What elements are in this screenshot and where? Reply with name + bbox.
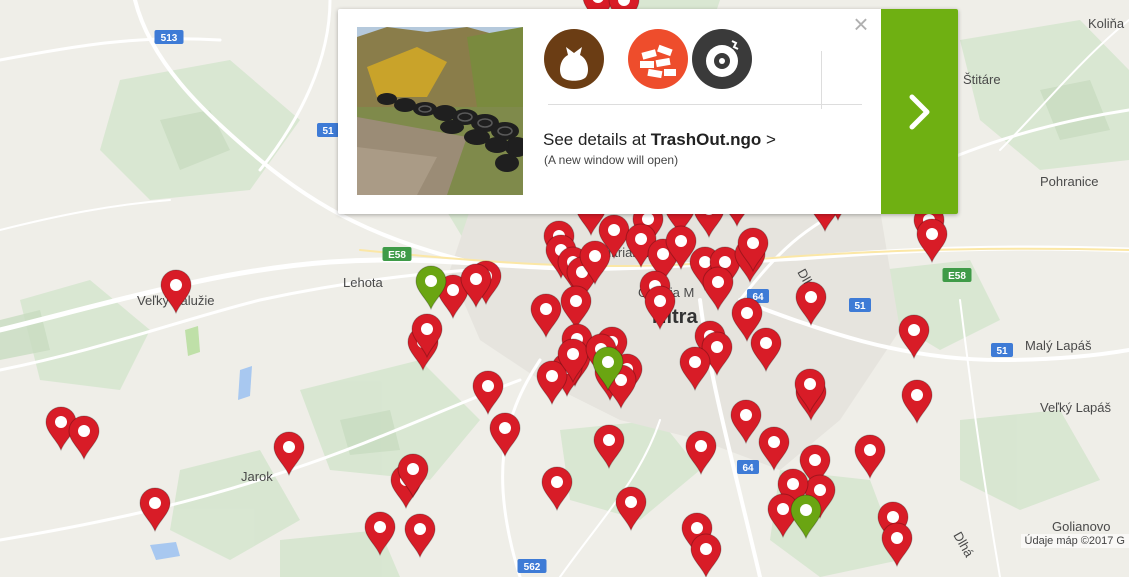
place-label-lehota: Lehota	[343, 275, 384, 290]
dump-photo-image	[357, 27, 523, 195]
place-label-maly-lapas: Malý Lapáš	[1025, 338, 1092, 353]
road-shield-label: 51	[322, 126, 334, 137]
road-shield-label: 51	[854, 301, 866, 312]
road-shield-r51b: 51	[849, 298, 871, 312]
details-link-site[interactable]: TrashOut.ngo	[651, 130, 762, 149]
road-shield-label: 562	[524, 562, 541, 573]
place-label-golianovo: Golianovo	[1052, 519, 1111, 534]
road-shield-label: E58	[388, 250, 406, 261]
road-shield-e58b: E58	[942, 268, 972, 282]
dump-photo[interactable]	[357, 27, 523, 195]
place-label-kolina: Koliňa	[1088, 16, 1125, 31]
place-label-pohranice: Pohranice	[1040, 174, 1099, 189]
place-label-jarok: Jarok	[241, 469, 273, 484]
road-shield-e58a: E58	[382, 247, 412, 261]
trash-bag-icon	[544, 29, 604, 89]
popup-divider	[548, 104, 862, 105]
road-shield-label: 64	[742, 463, 754, 474]
place-label-velky-lapas: Veľký Lapáš	[1040, 400, 1112, 415]
open-details-button[interactable]	[881, 9, 958, 214]
road-shield-r513: 513	[154, 30, 184, 44]
bricks-icon	[628, 29, 688, 89]
road-shield-r51a: 51	[317, 123, 339, 137]
road-shield-label: E58	[948, 271, 966, 282]
close-icon: ×	[853, 9, 869, 39]
new-window-note: (A new window will open)	[544, 153, 679, 167]
map-attribution: Údaje máp ©2017 G	[1020, 534, 1129, 548]
tire-icon	[692, 29, 752, 89]
chevron-right-icon	[909, 94, 929, 129]
road-shield-r562: 562	[517, 559, 547, 573]
category-separator	[821, 51, 822, 109]
road-shield-label: 51	[996, 346, 1008, 357]
details-link[interactable]: See details at TrashOut.ngo >	[543, 130, 776, 150]
trash-detail-popup: See details at TrashOut.ngo > (A new win…	[338, 9, 958, 214]
road-shield-r64b: 64	[737, 460, 759, 474]
close-button[interactable]: ×	[850, 11, 872, 37]
road-shield-label: 513	[161, 33, 178, 44]
place-label-stitare: Štitáre	[963, 72, 1001, 87]
road-shield-r51c: 51	[991, 343, 1013, 357]
